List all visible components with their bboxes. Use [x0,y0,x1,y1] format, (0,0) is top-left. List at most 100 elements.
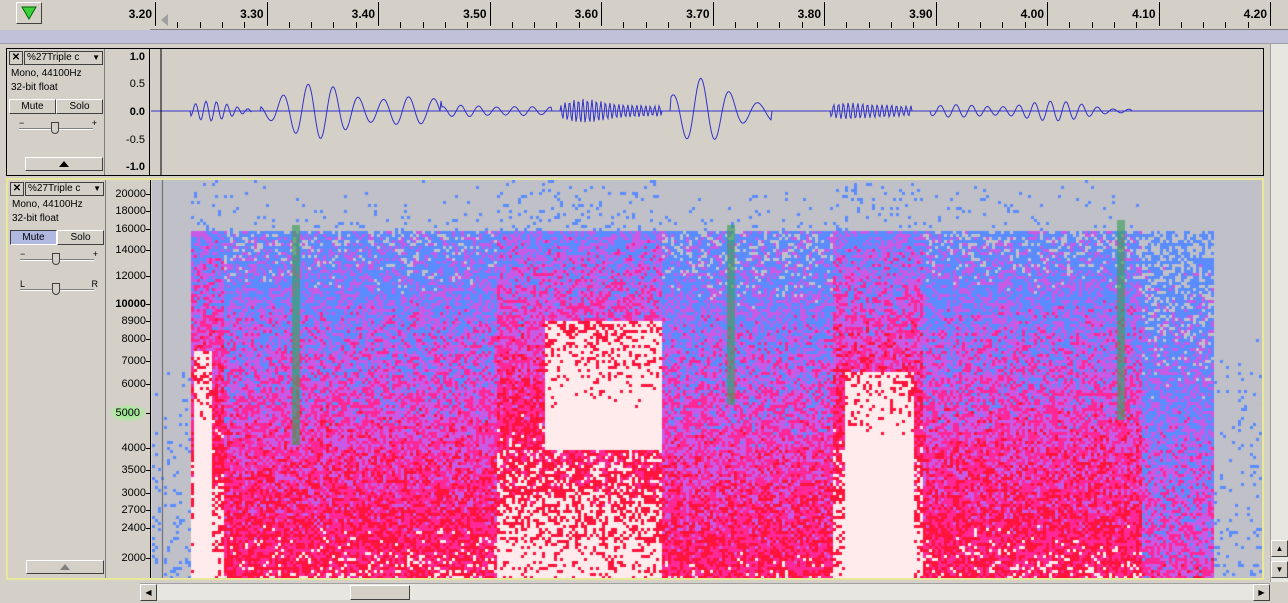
collapse-track-button[interactable] [25,157,103,171]
ruler-minor-tick [288,22,290,28]
gain-slider[interactable]: − + [18,249,98,268]
scroll-left-button[interactable]: ◀ [140,584,157,601]
ruler-minor-tick [846,22,848,28]
ruler-scale[interactable]: 3.20 3.30 3.40 3.50 3.60 3.70 3.80 3.90 4.00 4.10… [129,0,1288,30]
freq-label: 8900 [121,315,146,327]
ruler-minor-tick [578,22,580,28]
vertical-scrollbar[interactable]: ▲ ▼ [1270,44,1288,582]
solo-button[interactable]: Solo [57,230,104,245]
ruler-minor-tick [400,22,402,28]
freq-tick [146,361,150,362]
close-icon: ✕ [11,52,21,63]
gain-knob[interactable] [51,122,59,134]
ruler-minor-tick [868,22,870,28]
track-spectrogram[interactable]: ✕ %27Triple c ▼ Mono, 44100Hz 32-bit flo… [6,178,1264,580]
waveform-display[interactable] [151,49,1263,175]
gain-plus-label: + [91,118,97,128]
freq-label: 8000 [121,333,146,345]
ruler-major-tick [601,2,602,26]
ruler-major-tick [935,2,937,26]
track-name: %27Triple c [28,183,81,194]
pan-slider[interactable]: L R [18,279,99,298]
mute-button[interactable]: Mute [9,99,56,114]
freq-tick [146,339,150,340]
scroll-right-icon: ▶ [1258,588,1265,597]
track-waveform[interactable]: ✕ %27Triple c ▼ Mono, 44100Hz 32-bit flo… [6,48,1264,176]
ruler-minor-tick [1136,22,1138,28]
timeline-ruler[interactable]: 3.20 3.30 3.40 3.50 3.60 3.70 3.80 3.90 4.00 4.10… [0,0,1288,30]
ruler-tick-label: 4.20 [1243,7,1267,21]
ruler-tick-label: 4.10 [1132,7,1156,21]
gain-minus-label: − [20,249,26,259]
ruler-minor-tick [690,22,692,28]
pan-right-label: R [91,279,99,289]
freq-tick [146,558,150,559]
gain-knob[interactable] [52,253,60,265]
ruler-major-tick [378,2,379,26]
gain-plus-label: + [92,249,98,259]
amp-label: -1.0 [126,161,145,173]
ruler-tick-label: 3.50 [463,7,487,21]
amp-label: 1.0 [129,51,145,63]
horizontal-scrollbar[interactable]: ◀ ▶ [140,583,1270,601]
freq-label: 16000 [115,223,146,235]
scroll-up-icon: ▲ [1275,544,1284,553]
freq-tick [146,304,150,305]
freq-label: 6000 [121,378,146,390]
close-track-button[interactable]: ✕ [9,51,23,65]
ruler-minor-tick [757,22,759,28]
scroll-down-button[interactable]: ▼ [1271,561,1288,578]
track-sample-format: 32-bit float [11,82,58,93]
gain-minus-label: − [19,118,25,128]
spectrogram-display[interactable] [152,180,1262,578]
freq-tick [146,211,150,212]
solo-button[interactable]: Solo [56,99,103,114]
ruler-minor-tick [511,22,513,28]
track-format: Mono, 44100Hz [11,68,82,79]
freq-label: 3500 [121,464,146,476]
scroll-down-icon: ▼ [1275,565,1284,574]
scroll-right-button[interactable]: ▶ [1253,584,1270,601]
ruler-minor-tick [1225,22,1227,28]
audacity-window: 3.20 3.30 3.40 3.50 3.60 3.70 3.80 3.90 4.00 4.10… [0,0,1288,603]
freq-label: 20000 [115,188,146,200]
freq-label: 12000 [115,270,146,282]
play-head-button[interactable] [16,2,42,24]
ruler-minor-tick [913,22,915,28]
freq-label: 3000 [121,487,146,499]
mute-button[interactable]: Mute [10,230,57,245]
ruler-tick-label: 3.80 [797,7,821,21]
collapse-track-button[interactable] [26,560,104,574]
cursor-marker [161,14,168,26]
track-name-dropdown[interactable]: %27Triple c ▼ [24,51,103,65]
ruler-minor-tick [1002,22,1004,28]
ruler-tick-label: 3.70 [686,7,710,21]
ruler-minor-tick [467,22,469,28]
track-format: Mono, 44100Hz [12,199,83,210]
ruler-tick-label: 4.00 [1020,7,1044,21]
ruler-major-tick [1047,2,1048,26]
freq-label: 18000 [115,205,146,217]
tracks-area: ✕ %27Triple c ▼ Mono, 44100Hz 32-bit flo… [0,44,1270,582]
ruler-minor-tick [355,22,357,28]
ruler-tick-label: 3.20 [128,7,152,21]
ruler-minor-tick [244,22,246,28]
gain-slider[interactable]: − + [17,118,97,137]
ruler-major-tick [1158,2,1160,26]
freq-tick [146,276,150,277]
close-track-button[interactable]: ✕ [10,182,24,196]
ruler-minor-tick [801,22,803,28]
freq-label: 5000 [109,405,146,421]
spectrogram-canvas[interactable] [152,180,1262,578]
freq-tick [146,321,150,322]
ruler-minor-tick [957,22,959,28]
waveform-trace [151,77,1263,140]
track-control-panel: ✕ %27Triple c ▼ Mono, 44100Hz 32-bit flo… [7,49,105,175]
scroll-thumb[interactable] [350,585,410,600]
scroll-up-button[interactable]: ▲ [1271,540,1288,557]
ruler-minor-tick [333,22,335,28]
freq-label: 10000 [115,298,146,310]
waveform-plot[interactable] [151,49,1263,175]
track-name-dropdown[interactable]: %27Triple c ▼ [25,182,104,196]
pan-knob[interactable] [52,283,60,295]
